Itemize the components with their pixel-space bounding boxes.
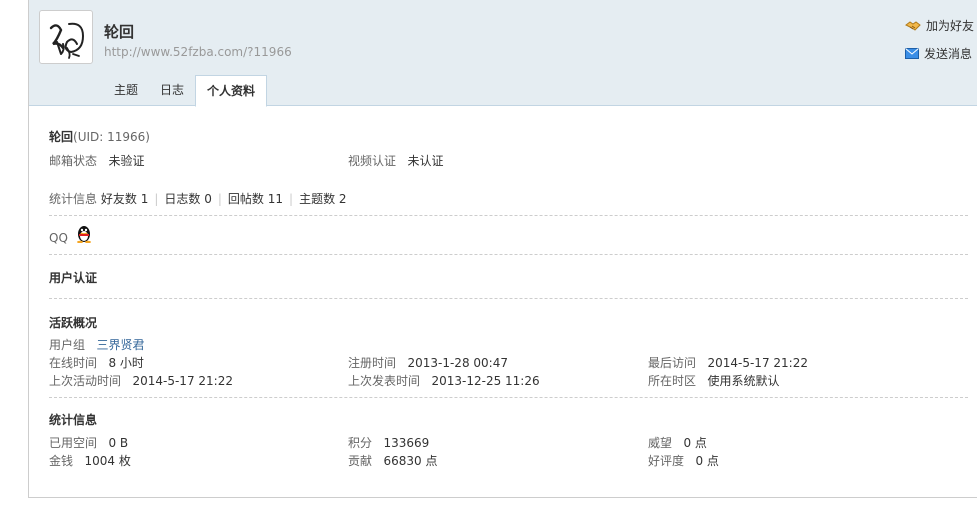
replies-count-value: 11	[267, 192, 284, 206]
replies-count-label: 回帖数	[227, 192, 264, 206]
tab-threads[interactable]: 主题	[103, 75, 149, 106]
threads-count-label: 主题数	[299, 192, 336, 206]
profile-tabs: 主题 日志 个人资料	[103, 75, 268, 107]
profile-header: 轮回 http://www.52fzba.com/?11966 加为好友 发送消…	[29, 0, 977, 107]
send-message-button[interactable]: 发送消息	[905, 45, 972, 62]
last-post-label: 上次发表时间	[348, 374, 421, 388]
rating-row: 好评度 0 点	[648, 452, 719, 469]
register-time-row: 注册时间 2013-1-28 00:47	[348, 354, 508, 371]
online-time-value: 8 小时	[108, 356, 144, 370]
video-auth-label: 视频认证	[348, 154, 397, 168]
user-group-row: 用户组 三界贤君	[49, 336, 144, 353]
online-time-row: 在线时间 8 小时	[49, 354, 144, 371]
user-group-link[interactable]: 三界贤君	[96, 338, 144, 352]
timezone-label: 所在时区	[648, 374, 697, 388]
profile-frame: 轮回 http://www.52fzba.com/?11966 加为好友 发送消…	[28, 0, 977, 498]
points-value: 133669	[383, 436, 430, 450]
timezone-value: 使用系统默认	[707, 374, 780, 388]
contribution-row: 贡献 66830 点	[348, 452, 437, 469]
prestige-value: 0 点	[683, 436, 707, 450]
stats-row: 统计信息 好友数 1 | 日志数 0 | 回帖数 11 | 主题数 2	[49, 190, 347, 207]
space-used-value: 0 B	[108, 436, 129, 450]
add-friend-button[interactable]: 加为好友	[905, 17, 974, 34]
money-value: 1004 枚	[84, 454, 131, 468]
threads-count-link[interactable]: 主题数 2	[299, 192, 346, 206]
contribution-value: 66830 点	[383, 454, 438, 468]
dashed-divider	[49, 254, 968, 255]
dashed-divider	[49, 298, 968, 299]
friends-count-label: 好友数	[100, 192, 137, 206]
section-title-stats: 统计信息	[49, 413, 98, 427]
rating-label: 好评度	[648, 454, 685, 468]
divider: |	[154, 192, 159, 206]
space-used-row: 已用空间 0 B	[49, 434, 128, 451]
email-status-value: 未验证	[108, 154, 145, 168]
points-row: 积分 133669	[348, 434, 429, 451]
profile-name-line: 轮回(UID: 11966)	[49, 128, 150, 145]
last-post-row: 上次发表时间 2013-12-25 11:26	[348, 372, 540, 389]
last-visit-value: 2014-5-17 21:22	[707, 356, 808, 370]
last-visit-label: 最后访问	[648, 356, 697, 370]
money-row: 金钱 1004 枚	[49, 452, 131, 469]
last-post-value: 2013-12-25 11:26	[431, 374, 540, 388]
prestige-row: 威望 0 点	[648, 434, 707, 451]
space-used-label: 已用空间	[49, 436, 98, 450]
replies-count-link[interactable]: 回帖数 11	[228, 192, 283, 206]
money-label: 金钱	[49, 454, 74, 468]
envelope-icon	[905, 48, 919, 59]
last-visit-row: 最后访问 2014-5-17 21:22	[648, 354, 808, 371]
email-status-row: 邮箱状态 未验证	[49, 152, 144, 169]
register-time-value: 2013-1-28 00:47	[407, 356, 508, 370]
add-friend-label: 加为好友	[926, 19, 975, 33]
timezone-row: 所在时区 使用系统默认	[648, 372, 779, 389]
handshake-icon	[905, 20, 921, 31]
section-title-activity: 活跃概况	[49, 316, 98, 330]
qq-row: QQ	[49, 231, 68, 245]
dashed-divider	[49, 397, 968, 398]
prestige-label: 威望	[648, 436, 673, 450]
last-active-label: 上次活动时间	[49, 374, 122, 388]
calligraphy-avatar-icon	[43, 14, 91, 62]
online-time-label: 在线时间	[49, 356, 98, 370]
email-status-label: 邮箱状态	[49, 154, 98, 168]
register-time-label: 注册时间	[348, 356, 397, 370]
user-group-label: 用户组	[49, 338, 86, 352]
blogs-count-link[interactable]: 日志数 0	[164, 192, 211, 206]
dashed-divider	[49, 215, 968, 216]
header-username: 轮回	[104, 23, 135, 41]
divider: |	[289, 192, 294, 206]
video-auth-row: 视频认证 未认证	[348, 152, 443, 169]
points-label: 积分	[348, 436, 373, 450]
section-title-user-auth: 用户认证	[49, 271, 98, 285]
last-active-value: 2014-5-17 21:22	[132, 374, 233, 388]
profile-uid: (UID: 11966)	[73, 130, 150, 144]
divider: |	[217, 192, 222, 206]
rating-value: 0 点	[695, 454, 719, 468]
tab-blog[interactable]: 日志	[149, 75, 195, 106]
video-auth-value: 未认证	[407, 154, 444, 168]
last-active-row: 上次活动时间 2014-5-17 21:22	[49, 372, 233, 389]
tab-profile[interactable]: 个人资料	[195, 75, 268, 107]
stats-label: 统计信息	[49, 192, 98, 206]
friends-count-link[interactable]: 好友数 1	[101, 192, 148, 206]
friends-count-value: 1	[140, 192, 149, 206]
send-message-label: 发送消息	[924, 47, 973, 61]
qq-label: QQ	[49, 231, 68, 245]
blogs-count-value: 0	[204, 192, 212, 206]
profile-url[interactable]: http://www.52fzba.com/?11966	[104, 45, 292, 59]
threads-count-value: 2	[338, 192, 347, 206]
contribution-label: 贡献	[348, 454, 373, 468]
blogs-count-label: 日志数	[164, 192, 201, 206]
profile-name: 轮回	[49, 130, 74, 144]
user-avatar[interactable]	[39, 10, 93, 64]
qq-penguin-icon[interactable]	[76, 225, 92, 243]
